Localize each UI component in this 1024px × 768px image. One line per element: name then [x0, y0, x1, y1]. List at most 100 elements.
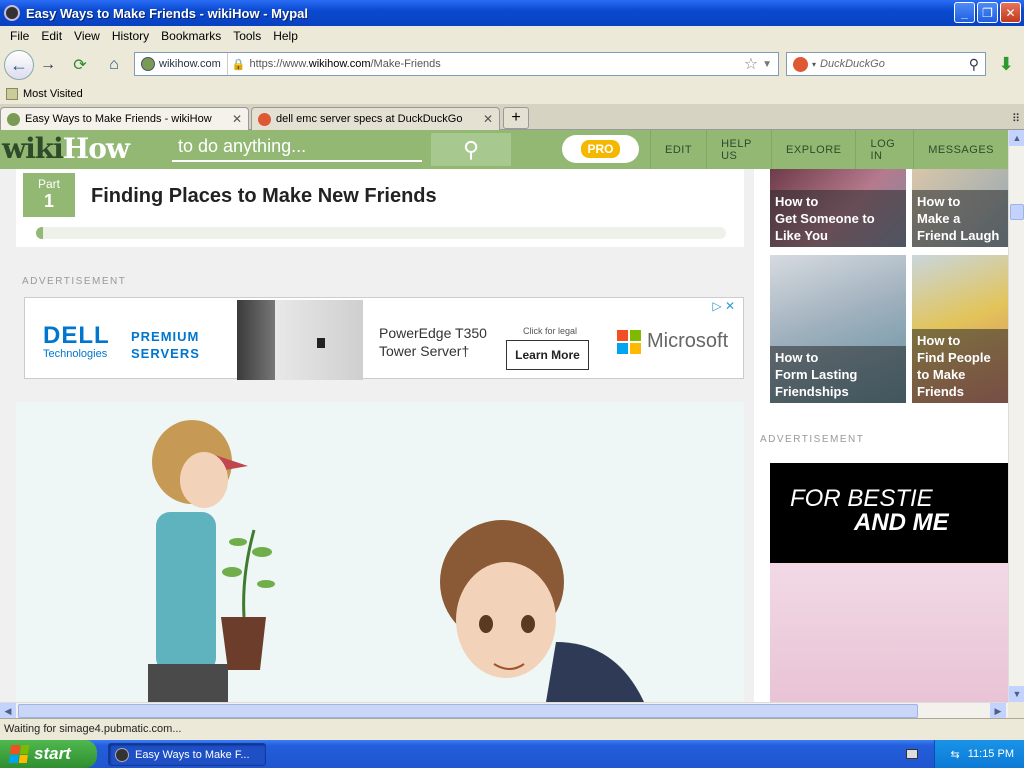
- chevron-down-icon[interactable]: ▼: [762, 59, 772, 70]
- download-button[interactable]: ⬇: [994, 54, 1018, 76]
- maximize-button[interactable]: ❐: [977, 2, 998, 23]
- article-title: Find People to Make Friends: [917, 350, 991, 399]
- related-article-card[interactable]: How to Form Lasting Friendships: [770, 255, 906, 403]
- how-to-prefix: How to: [917, 333, 961, 348]
- nav-log-in[interactable]: LOG IN: [855, 130, 913, 169]
- menu-bookmarks[interactable]: Bookmarks: [155, 29, 227, 43]
- home-icon: ⌂: [109, 56, 119, 73]
- wikihow-nav: EDIT HELP US EXPLORE LOG IN MESSAGES: [650, 130, 1008, 169]
- article-title: Get Someone to Like You: [775, 211, 875, 243]
- network-icon[interactable]: ⇆: [951, 748, 960, 761]
- pro-badge: PRO: [581, 140, 620, 158]
- dell-subtitle: Technologies: [43, 348, 108, 360]
- navigation-toolbar: ← → ⟳ ⌂ wikihow.com 🔒 https://www.wikiho…: [0, 46, 1024, 84]
- illustration-svg: [148, 420, 644, 702]
- part-number: 1: [43, 191, 54, 211]
- bookmark-most-visited[interactable]: Most Visited: [23, 88, 83, 100]
- close-icon[interactable]: ✕: [483, 112, 493, 126]
- home-button[interactable]: ⌂: [100, 51, 128, 79]
- menu-edit[interactable]: Edit: [35, 29, 68, 43]
- vertical-scroll-thumb[interactable]: [1010, 204, 1024, 220]
- url-bar[interactable]: wikihow.com 🔒 https://www.wikihow.com/Ma…: [134, 52, 779, 76]
- product-line-2: Tower Server†: [379, 343, 470, 359]
- web-content: wikiHow to do anything... ⚲ PRO EDIT HEL…: [0, 130, 1008, 702]
- menu-history[interactable]: History: [106, 29, 155, 43]
- nav-edit[interactable]: EDIT: [650, 130, 706, 169]
- lock-icon: 🔒: [231, 58, 246, 71]
- tab-duckduckgo[interactable]: dell emc server specs at DuckDuckGo ✕: [251, 107, 500, 130]
- forward-button[interactable]: →: [34, 51, 62, 79]
- tagline-1: PREMIUM: [131, 329, 200, 344]
- related-article-card[interactable]: How to Find People to Make Friends: [912, 255, 1008, 403]
- tab-strip: Easy Ways to Make Friends - wikiHow ✕ de…: [0, 104, 1024, 130]
- menu-view[interactable]: View: [68, 29, 106, 43]
- ad-tagline: PREMIUM SERVERS: [131, 328, 200, 362]
- learn-more-button[interactable]: Learn More: [506, 340, 589, 370]
- search-icon: ⚲: [462, 136, 480, 162]
- site-identity-button[interactable]: wikihow.com: [135, 53, 228, 75]
- sidebar-ad[interactable]: FOR BESTIE AND ME: [770, 463, 1008, 702]
- window-title: Easy Ways to Make Friends - wikiHow - My…: [26, 5, 308, 21]
- wikihow-search-button[interactable]: ⚲: [431, 133, 511, 166]
- system-tray: ⇆ 11:15 PM: [934, 740, 1024, 768]
- adchoices-icon[interactable]: ▷ ✕: [712, 299, 735, 313]
- window-controls: _ ❐ ✕: [954, 2, 1021, 23]
- menu-help[interactable]: Help: [267, 29, 304, 43]
- related-article-title: How to Get Someone to Like You: [770, 190, 906, 247]
- progress-fill: [36, 227, 43, 239]
- keyboard-icon[interactable]: [906, 749, 918, 759]
- related-article-card[interactable]: How to Get Someone to Like You: [770, 169, 906, 247]
- new-tab-button[interactable]: +: [503, 107, 529, 129]
- legal-link[interactable]: Click for legal: [523, 326, 577, 336]
- ad-label: ADVERTISEMENT: [22, 276, 127, 287]
- tab-list-icon[interactable]: ⠿: [1012, 112, 1020, 125]
- close-icon[interactable]: ✕: [232, 112, 242, 126]
- search-input[interactable]: DuckDuckGo: [816, 58, 969, 70]
- horizontal-scroll-thumb[interactable]: [18, 704, 918, 718]
- article-title: Make a Friend Laugh: [917, 211, 1000, 243]
- how-to-prefix: How to: [775, 194, 819, 209]
- scroll-up-button[interactable]: ▲: [1009, 130, 1024, 146]
- menu-file[interactable]: File: [4, 29, 35, 43]
- download-arrow-icon: ⬇: [998, 54, 1014, 74]
- vertical-scrollbar[interactable]: ▲ ▼: [1008, 130, 1024, 702]
- start-button[interactable]: start: [0, 740, 97, 768]
- site-identity-label: wikihow.com: [159, 58, 221, 70]
- search-icon[interactable]: ⚲: [969, 56, 979, 73]
- scroll-right-button[interactable]: ▶: [990, 703, 1006, 719]
- pro-button[interactable]: PRO: [562, 135, 639, 163]
- minimize-button[interactable]: _: [954, 2, 975, 23]
- girl-face: [180, 452, 228, 508]
- scroll-left-button[interactable]: ◀: [0, 703, 16, 719]
- start-label: start: [34, 744, 71, 763]
- tagline-2: SERVERS: [131, 346, 200, 361]
- arrow-left-icon: ←: [10, 54, 28, 75]
- mypal-app-icon: [115, 747, 129, 762]
- wikihow-logo[interactable]: wikiHow: [2, 132, 130, 165]
- dell-ad-banner[interactable]: DELL Technologies PREMIUM SERVERS PowerEd…: [24, 297, 744, 380]
- close-button[interactable]: ✕: [1000, 2, 1021, 23]
- part-header-card: Part 1 Finding Places to Make New Friend…: [16, 169, 744, 247]
- reload-button[interactable]: ⟳: [66, 51, 94, 79]
- url-text[interactable]: https://www.wikihow.com/Make-Friends: [249, 58, 743, 70]
- nav-messages[interactable]: MESSAGES: [913, 130, 1008, 169]
- taskbar-item-browser[interactable]: Easy Ways to Make F...: [108, 743, 266, 766]
- search-bar[interactable]: ▾ DuckDuckGo ⚲: [786, 52, 986, 76]
- clock[interactable]: 11:15 PM: [968, 748, 1014, 760]
- menu-tools[interactable]: Tools: [227, 29, 267, 43]
- back-button[interactable]: ←: [4, 50, 34, 80]
- boy-eye: [521, 615, 535, 633]
- wikihow-search-input[interactable]: to do anything...: [172, 136, 422, 162]
- duckduckgo-icon[interactable]: [793, 56, 808, 72]
- related-article-card[interactable]: How to Make a Friend Laugh: [912, 169, 1008, 247]
- nav-help-us[interactable]: HELP US: [706, 130, 771, 169]
- bookmark-star-icon[interactable]: ☆: [744, 54, 758, 74]
- tab-wikihow[interactable]: Easy Ways to Make Friends - wikiHow ✕: [0, 107, 249, 130]
- nav-explore[interactable]: EXPLORE: [771, 130, 855, 169]
- scroll-down-button[interactable]: ▼: [1009, 686, 1024, 702]
- product-line-1: PowerEdge T350: [379, 325, 487, 341]
- tab-label: dell emc server specs at DuckDuckGo: [276, 113, 463, 125]
- horizontal-scrollbar[interactable]: ◀ ▶: [0, 702, 1008, 719]
- arrow-right-icon: →: [40, 56, 56, 73]
- part-title: Finding Places to Make New Friends: [91, 185, 437, 207]
